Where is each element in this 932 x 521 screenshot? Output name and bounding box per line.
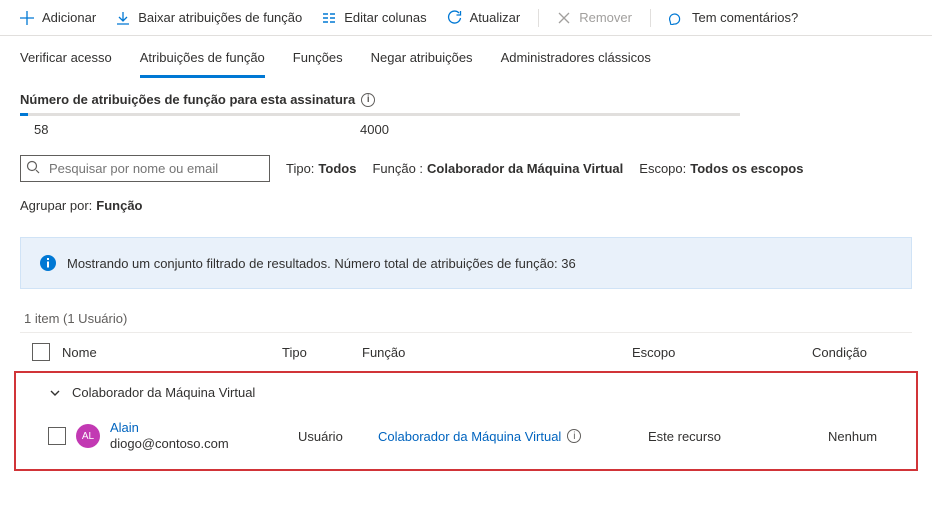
filter-scope-value: Todos os escopos [690, 161, 803, 176]
stats-total: 4000 [360, 122, 389, 137]
filter-groupby[interactable]: Agrupar por: Função [20, 198, 143, 213]
stats-bar-fill [20, 113, 28, 116]
tab-roles[interactable]: Funções [293, 50, 343, 78]
tab-role-assignments[interactable]: Atribuições de função [140, 50, 265, 78]
filter-type-value: Todos [318, 161, 356, 176]
group-title: Colaborador da Máquina Virtual [72, 385, 255, 400]
result-count: 1 item (1 Usuário) [0, 289, 932, 332]
refresh-icon [447, 10, 462, 25]
tab-bar: Verificar acesso Atribuições de função F… [0, 36, 932, 78]
stats-label: Número de atribuições de função para est… [20, 92, 912, 107]
remove-icon [557, 11, 571, 25]
avatar: AL [76, 424, 100, 448]
user-name-link[interactable]: Alain [110, 420, 229, 436]
col-type[interactable]: Tipo [282, 345, 362, 360]
filter-bar: Tipo: Todos Função : Colaborador da Máqu… [0, 137, 932, 213]
user-email: diogo@contoso.com [110, 436, 229, 452]
tab-check-access[interactable]: Verificar acesso [20, 50, 112, 78]
stats-bar [20, 113, 740, 116]
search-input[interactable] [20, 155, 270, 182]
filter-groupby-key: Agrupar por: [20, 198, 92, 213]
col-condition[interactable]: Condição [812, 345, 932, 360]
command-toolbar: Adicionar Baixar atribuições de função E… [0, 0, 932, 36]
feedback-icon [669, 10, 684, 25]
row-type: Usuário [298, 429, 378, 444]
filter-type[interactable]: Tipo: Todos [286, 161, 356, 176]
add-label: Adicionar [42, 10, 96, 25]
col-role[interactable]: Função [362, 345, 632, 360]
remove-label: Remover [579, 10, 632, 25]
download-label: Baixar atribuições de função [138, 10, 302, 25]
search-icon [26, 160, 40, 174]
row-condition: Nenhum [828, 429, 932, 444]
info-notice: Mostrando um conjunto filtrado de result… [20, 237, 912, 289]
stats-section: Número de atribuições de função para est… [0, 78, 932, 137]
info-icon[interactable]: i [567, 429, 581, 443]
edit-columns-button[interactable]: Editar colunas [314, 6, 434, 29]
filter-type-key: Tipo: [286, 161, 314, 176]
highlighted-results: Colaborador da Máquina Virtual AL Alain … [14, 371, 918, 471]
plus-icon [20, 11, 34, 25]
filter-role[interactable]: Função : Colaborador da Máquina Virtual [372, 161, 623, 176]
tab-deny-assignments[interactable]: Negar atribuições [371, 50, 473, 78]
remove-button: Remover [549, 6, 640, 29]
group-row[interactable]: Colaborador da Máquina Virtual [36, 373, 896, 412]
col-name[interactable]: Nome [62, 345, 97, 360]
select-all-checkbox[interactable] [32, 343, 50, 361]
grid: Nome Tipo Função Escopo Condição [0, 332, 932, 371]
stats-used: 58 [20, 122, 360, 137]
add-button[interactable]: Adicionar [12, 6, 104, 29]
filter-role-key: Função : [372, 161, 423, 176]
feedback-button[interactable]: Tem comentários? [661, 6, 806, 29]
stats-values: 58 4000 [20, 122, 740, 137]
columns-icon [322, 11, 336, 25]
refresh-button[interactable]: Atualizar [439, 6, 529, 29]
filter-role-value: Colaborador da Máquina Virtual [427, 161, 623, 176]
columns-label: Editar colunas [344, 10, 426, 25]
refresh-label: Atualizar [470, 10, 521, 25]
row-scope: Este recurso [648, 429, 828, 444]
notice-text: Mostrando um conjunto filtrado de result… [67, 256, 576, 271]
filter-groupby-value: Função [96, 198, 142, 213]
filter-scope-key: Escopo: [639, 161, 686, 176]
info-icon [39, 254, 57, 272]
download-icon [116, 11, 130, 25]
table-row[interactable]: AL Alain diogo@contoso.com Usuário Colab… [36, 412, 896, 461]
filter-scope[interactable]: Escopo: Todos os escopos [639, 161, 803, 176]
download-button[interactable]: Baixar atribuições de função [108, 6, 310, 29]
search-wrap [20, 155, 270, 182]
separator [650, 9, 651, 27]
grid-header: Nome Tipo Função Escopo Condição [20, 332, 912, 371]
feedback-label: Tem comentários? [692, 10, 798, 25]
tab-classic-admins[interactable]: Administradores clássicos [501, 50, 651, 78]
row-role-text: Colaborador da Máquina Virtual [378, 429, 561, 444]
row-checkbox[interactable] [48, 427, 66, 445]
col-scope[interactable]: Escopo [632, 345, 812, 360]
row-role-link[interactable]: Colaborador da Máquina Virtual i [378, 429, 581, 444]
separator [538, 9, 539, 27]
chevron-down-icon [48, 386, 62, 400]
info-icon[interactable]: i [361, 93, 375, 107]
stats-label-text: Número de atribuições de função para est… [20, 92, 355, 107]
